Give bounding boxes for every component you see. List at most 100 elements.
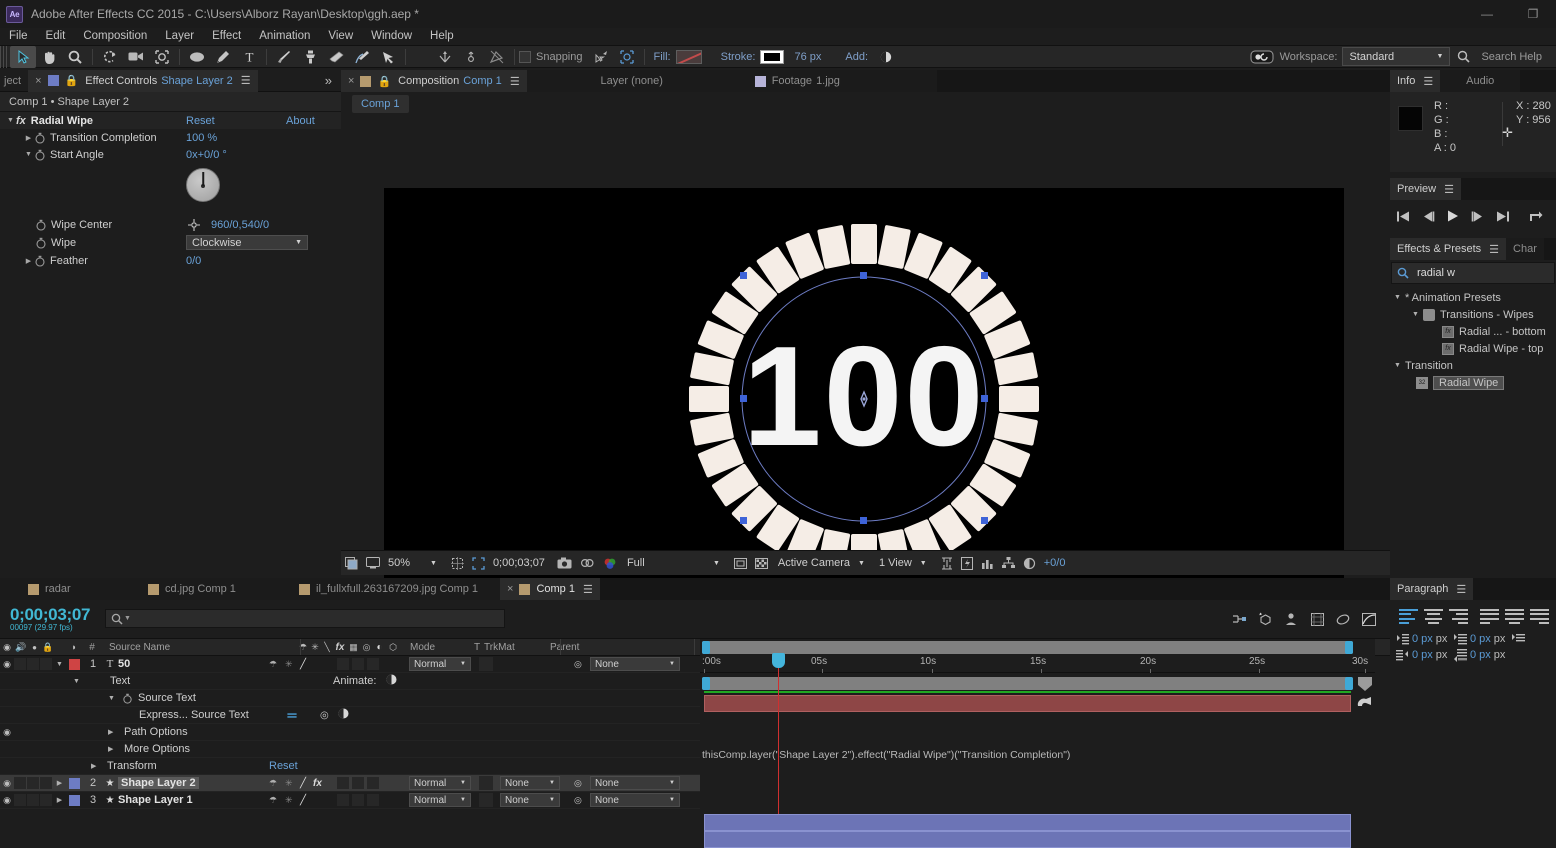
panel-menu-icon[interactable]: ☰ (583, 583, 593, 596)
tree-item-radial-wipe[interactable]: 32 Radial Wipe (1390, 374, 1556, 391)
switch-box-2[interactable] (352, 777, 364, 789)
snap-arrow-icon[interactable] (588, 46, 614, 68)
tab-radar[interactable]: radar (0, 578, 130, 600)
selection-tool-icon[interactable] (10, 45, 36, 68)
resolution-value[interactable]: Full (627, 557, 653, 569)
fill-swatch[interactable] (675, 49, 702, 64)
switch-box-3[interactable] (367, 777, 379, 789)
audio-toggle[interactable] (14, 794, 26, 806)
stroke-width-value[interactable]: 76 px (794, 51, 821, 63)
solo-toggle[interactable] (27, 794, 39, 806)
tree-item-animation-presets[interactable]: ▼ * Animation Presets (1390, 289, 1556, 306)
region-of-interest-icon[interactable] (472, 556, 485, 570)
disclosure-triangle-icon[interactable]: ▼ (1394, 362, 1401, 369)
comp-flowchart-icon[interactable] (1001, 557, 1015, 569)
panel-menu-icon[interactable]: ☰ (1489, 243, 1499, 256)
current-time-indicator-head[interactable] (772, 653, 785, 668)
disclosure-triangle-icon[interactable]: ▼ (1412, 311, 1419, 318)
restore-button[interactable]: ❐ (1510, 0, 1556, 28)
tab-layer[interactable]: Layer (none) (526, 70, 737, 92)
quality-toggle-icon[interactable]: ╱ (300, 659, 306, 670)
snapshot-icon[interactable] (557, 557, 572, 569)
tab-preview[interactable]: Preview ☰ (1390, 178, 1461, 200)
axis-world-icon[interactable] (458, 46, 484, 68)
transform-reset-link[interactable]: Reset (269, 760, 298, 772)
main-viewer-icon[interactable] (366, 557, 380, 569)
table-row[interactable]: ◉ ▶ Path Options (0, 724, 700, 741)
stroke-swatch[interactable] (760, 49, 785, 64)
time-ruler[interactable]: :00s 05s 10s 15s 20s 25s 30s (700, 656, 1375, 673)
shy-toggle-icon[interactable]: ☂ (269, 659, 277, 670)
brush-tool-icon[interactable] (271, 46, 297, 68)
property-row-wipe[interactable]: Wipe Clockwise ▼ (0, 233, 341, 252)
tab-audio[interactable]: Audio (1440, 70, 1521, 92)
parent-pickwhip-icon[interactable]: ◎ (574, 778, 582, 789)
workspace-select[interactable]: Standard ▼ (1342, 47, 1451, 66)
expression-enable-icon[interactable]: ＝ (286, 707, 298, 724)
disclosure-triangle-icon[interactable]: ▼ (73, 678, 80, 685)
disclosure-triangle-icon[interactable]: ▶ (23, 134, 34, 142)
shy-toggle-icon[interactable]: ☂ (269, 778, 277, 789)
disclosure-triangle-icon[interactable]: ▶ (23, 257, 34, 265)
parent-select[interactable]: None ▼ (590, 657, 680, 671)
table-row[interactable]: ▼ Source Text (0, 690, 700, 707)
resolution-chevron-icon[interactable]: ▼ (713, 560, 720, 567)
tree-item-transitions-wipes[interactable]: ▼ Transitions - Wipes (1390, 306, 1556, 323)
preserve-transparency-toggle[interactable] (479, 776, 493, 790)
camera-view-value[interactable]: Active Camera (778, 557, 850, 569)
exposure-value[interactable]: +0/0 (1044, 557, 1066, 569)
table-row[interactable]: ◉ ▶ 3 ★ Shape Layer 1 ☂ ✳ ╱ Normal ▼ None… (0, 792, 700, 809)
stopwatch-icon[interactable] (122, 693, 133, 704)
menu-file[interactable]: File (0, 28, 37, 45)
hide-shy-layers-icon[interactable] (1278, 607, 1304, 631)
menu-animation[interactable]: Animation (250, 28, 319, 45)
search-help-label[interactable]: Search Help (1481, 51, 1542, 63)
current-time-indicator[interactable] (778, 656, 779, 814)
property-row-start-angle[interactable]: ▼ Start Angle 0x+0/0 ° (0, 146, 341, 163)
rotation-tool-icon[interactable] (97, 46, 123, 68)
tab-cd-jpg-comp1[interactable]: cd.jpg Comp 1 (130, 578, 285, 600)
property-value[interactable]: 0/0 (186, 255, 201, 267)
shy-toggle-icon[interactable]: ☂ (269, 795, 277, 806)
lock-icon[interactable]: 🔒 (377, 75, 391, 88)
collapse-toggle-icon[interactable]: ✳ (285, 795, 293, 806)
switch-box-1[interactable] (337, 777, 349, 789)
audio-toggle[interactable] (14, 777, 26, 789)
composition-stage[interactable]: 100 (341, 116, 1390, 610)
justify-last-left-icon[interactable] (1480, 609, 1499, 624)
pixel-aspect-icon[interactable] (941, 556, 953, 570)
panel-menu-icon[interactable]: ☰ (1423, 75, 1433, 88)
zoom-tool-icon[interactable] (62, 46, 88, 68)
effect-header-row[interactable]: ▼ fx Radial Wipe Reset About (0, 112, 341, 129)
comp-breadcrumb-chip[interactable]: Comp 1 (352, 95, 409, 113)
lock-toggle[interactable] (40, 794, 52, 806)
panel-menu-icon[interactable]: ☰ (241, 74, 251, 87)
layer-label-color[interactable] (69, 658, 80, 670)
clone-stamp-tool-icon[interactable] (297, 46, 323, 68)
parent-pickwhip-icon[interactable]: ◎ (574, 795, 582, 806)
switch-box-1[interactable] (337, 794, 349, 806)
indent-right-icon[interactable] (1512, 633, 1525, 645)
close-icon[interactable]: × (507, 583, 513, 595)
menu-edit[interactable]: Edit (37, 28, 75, 45)
minimize-button[interactable]: — (1464, 0, 1510, 28)
lock-toggle[interactable] (40, 658, 52, 670)
expression-language-menu-icon[interactable] (338, 708, 349, 722)
tab-effect-controls[interactable]: × 🔒 Effect Controls Shape Layer 2 ☰ (28, 69, 258, 92)
tab-effects-presets[interactable]: Effects & Presets ☰ (1390, 238, 1507, 260)
angle-dial[interactable] (186, 168, 220, 202)
layer-label-color[interactable] (69, 777, 80, 789)
switch-box-3[interactable] (367, 794, 379, 806)
timeline-search-field[interactable]: ▼ (105, 609, 505, 628)
current-timecode[interactable]: 0;00;03;07 (493, 557, 545, 569)
stopwatch-icon[interactable] (34, 132, 46, 144)
disclosure-triangle-icon[interactable]: ▶ (54, 796, 65, 804)
sync-settings-icon[interactable] (1249, 46, 1275, 68)
tab-composition[interactable]: × 🔒 Composition Comp 1 ☰ (341, 70, 527, 92)
snap-corners-icon[interactable] (614, 46, 640, 68)
tab-info[interactable]: Info ☰ (1390, 70, 1441, 92)
panel-menu-icon[interactable]: ☰ (1444, 183, 1454, 196)
motion-blur-switch-icon[interactable] (1357, 695, 1373, 712)
mode-select[interactable]: Normal ▼ (409, 776, 471, 790)
preserve-transparency-toggle[interactable] (479, 793, 493, 807)
